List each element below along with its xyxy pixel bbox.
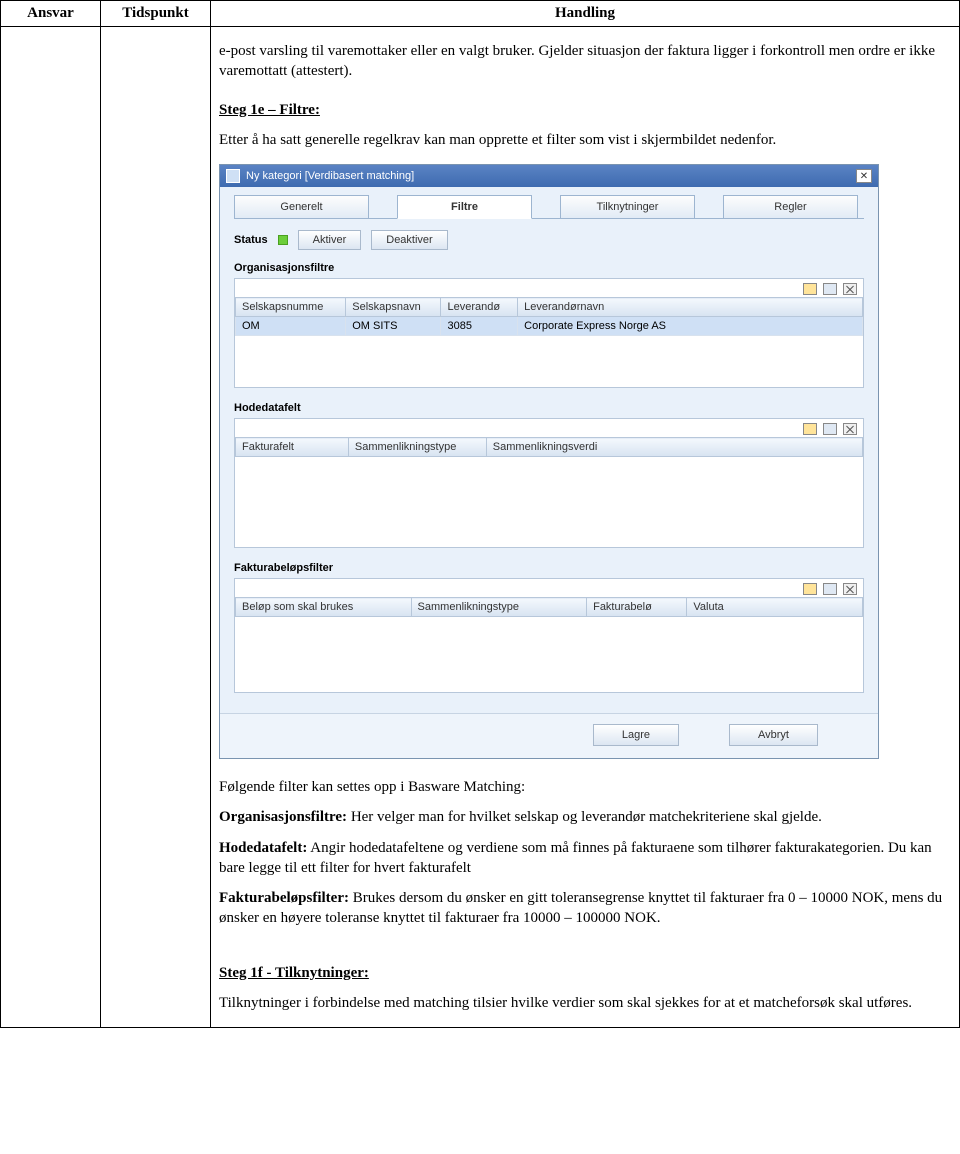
avbryt-button[interactable]: Avbryt (729, 724, 818, 746)
hode-text: Angir hodedatafeltene og verdiene som må… (219, 840, 932, 876)
window-icon (226, 169, 240, 183)
belop-grid: Beløp som skal brukes Sammenlikningstype… (235, 597, 863, 617)
hode-col-fakturafelt[interactable]: Fakturafelt (236, 438, 349, 457)
org-col-leverandornavn[interactable]: Leverandørnavn (518, 298, 863, 317)
cell-tidspunkt (101, 27, 211, 1028)
org-col-leverandor[interactable]: Leverandø (441, 298, 518, 317)
after-intro: Følgende filter kan settes opp i Basware… (219, 777, 951, 797)
step-1f-title: Steg 1f - Tilknytninger: (219, 963, 951, 983)
org-cell-navn: OM SITS (346, 317, 441, 336)
hode-label: Hodedatafelt: (219, 840, 307, 856)
org-text: Her velger man for hvilket selskap og le… (347, 809, 822, 825)
tab-generelt[interactable]: Generelt (234, 195, 369, 219)
deaktiver-button[interactable]: Deaktiver (371, 230, 447, 250)
table-row[interactable]: OM OM SITS 3085 Corporate Express Norge … (236, 317, 863, 336)
tab-bar: Generelt Filtre Tilknytninger Regler (220, 187, 878, 219)
belop-pane: Beløp som skal brukes Sammenlikningstype… (234, 578, 864, 693)
hode-pane: Fakturafelt Sammenlikningstype Sammenlik… (234, 418, 864, 548)
belop-col-belop[interactable]: Beløp som skal brukes (236, 598, 412, 617)
belop-col-fakturabelop[interactable]: Fakturabelø (587, 598, 687, 617)
header-tidspunkt: Tidspunkt (101, 1, 211, 27)
new-icon[interactable] (803, 583, 817, 595)
new-icon[interactable] (803, 423, 817, 435)
close-icon[interactable]: ✕ (856, 169, 872, 183)
org-label: Organisasjonsfiltre: (219, 809, 347, 825)
hode-grid: Fakturafelt Sammenlikningstype Sammenlik… (235, 437, 863, 457)
delete-icon[interactable] (843, 283, 857, 295)
outer-table: Ansvar Tidspunkt Handling e-post varslin… (0, 0, 960, 1028)
app-window: Ny kategori [Verdibasert matching] ✕ Gen… (219, 164, 879, 759)
step-1f-body: Tilknytninger i forbindelse med matching… (219, 993, 951, 1013)
edit-icon[interactable] (823, 583, 837, 595)
org-grid: Selskapsnumme Selskapsnavn Leverandø Lev… (235, 297, 863, 336)
header-handling: Handling (211, 1, 960, 27)
delete-icon[interactable] (843, 583, 857, 595)
belop-desc: Fakturabeløpsfilter: Brukes dersom du øn… (219, 888, 951, 929)
aktiver-button[interactable]: Aktiver (298, 230, 362, 250)
new-icon[interactable] (803, 283, 817, 295)
tab-filtre[interactable]: Filtre (397, 195, 532, 219)
titlebar: Ny kategori [Verdibasert matching] ✕ (220, 165, 878, 187)
step-1e-body: Etter å ha satt generelle regelkrav kan … (219, 130, 951, 150)
belop-label: Fakturabeløpsfilter: (219, 890, 349, 906)
hode-desc: Hodedatafelt: Angir hodedatafeltene og v… (219, 838, 951, 879)
dialog-footer: Lagre Avbryt (220, 713, 878, 758)
tab-regler[interactable]: Regler (723, 195, 858, 219)
org-cell-levnavn: Corporate Express Norge AS (518, 317, 863, 336)
section-title-belop: Fakturabeløpsfilter (234, 562, 864, 574)
header-ansvar: Ansvar (1, 1, 101, 27)
status-indicator-icon (278, 235, 288, 245)
hode-col-sammenlikningsverdi[interactable]: Sammenlikningsverdi (486, 438, 862, 457)
org-cell-num: OM (236, 317, 346, 336)
tab-tilknytninger[interactable]: Tilknytninger (560, 195, 695, 219)
belop-col-valuta[interactable]: Valuta (687, 598, 863, 617)
section-title-org: Organisasjonsfiltre (234, 262, 864, 274)
belop-col-sammen[interactable]: Sammenlikningstype (411, 598, 587, 617)
status-label: Status (234, 234, 268, 246)
delete-icon[interactable] (843, 423, 857, 435)
step-1e-title: Steg 1e – Filtre: (219, 100, 951, 120)
cell-ansvar (1, 27, 101, 1028)
window-title: Ny kategori [Verdibasert matching] (246, 170, 414, 182)
edit-icon[interactable] (823, 423, 837, 435)
lagre-button[interactable]: Lagre (593, 724, 679, 746)
org-col-selskapsnummer[interactable]: Selskapsnumme (236, 298, 346, 317)
intro-text: e-post varsling til varemottaker eller e… (219, 41, 951, 82)
org-pane: Selskapsnumme Selskapsnavn Leverandø Lev… (234, 278, 864, 388)
section-title-hode: Hodedatafelt (234, 402, 864, 414)
edit-icon[interactable] (823, 283, 837, 295)
org-desc: Organisasjonsfiltre: Her velger man for … (219, 807, 951, 827)
org-cell-lev: 3085 (441, 317, 518, 336)
status-row: Status Aktiver Deaktiver (234, 230, 864, 250)
org-col-selskapsnavn[interactable]: Selskapsnavn (346, 298, 441, 317)
hode-col-sammenlikningstype[interactable]: Sammenlikningstype (348, 438, 486, 457)
cell-handling: e-post varsling til varemottaker eller e… (211, 27, 960, 1028)
